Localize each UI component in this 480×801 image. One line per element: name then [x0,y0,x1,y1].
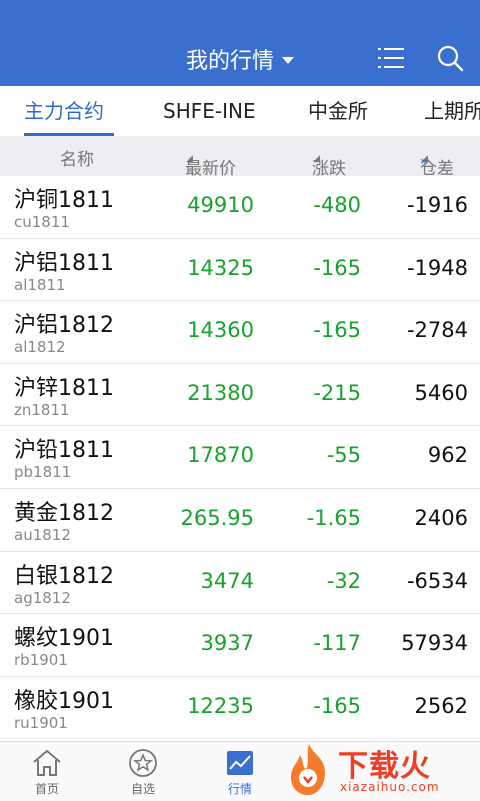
price-change: -480 [313,193,361,217]
contract-code: zn1811 [14,400,70,419]
position-change: 962 [427,443,468,468]
chevron-down-icon [282,56,294,64]
position-change: -6534 [406,568,468,593]
page-title: 我的行情 [185,49,274,74]
quote-row[interactable]: 沪铝1811 al1811 14325 -165 -1948 [0,239,480,302]
app-header: 我的行情 [0,0,480,86]
contract-name: 沪锌1811 [14,375,114,401]
position-change: 2406 [414,505,468,530]
price-change: -165 [313,693,361,718]
nav-quotes-label: 行情 [227,782,252,796]
tab-shfe[interactable]: 上期所 [424,86,480,136]
position-change: 57934 [401,631,468,656]
contract-name: 沪铝1811 [14,250,114,276]
quote-row[interactable]: 白银1812 ag1812 3474 -32 -6534 [0,552,480,615]
title-dropdown[interactable]: 我的行情 [0,43,480,75]
scroll-right-icon[interactable]: » [420,154,427,168]
contract-name: 沪铅1811 [14,438,114,464]
latest-price: 49910 [187,193,254,217]
contract-code: cu1811 [14,213,70,231]
nav-quotes[interactable]: 行情 [200,742,280,801]
contract-code: rb1901 [14,651,68,670]
quote-row[interactable]: 沪铜1811 cu1811 49910 -480 -1916 [0,176,480,239]
latest-price: 265.95 [180,505,254,530]
contract-code: ru1901 [14,713,68,732]
contract-name: 沪铝1812 [14,313,114,339]
tab-cffex[interactable]: 中金所 [308,86,368,136]
nav-watchlist-label: 自选 [130,782,155,796]
position-change: -2784 [406,318,468,343]
price-change: -1.65 [306,505,361,530]
star-icon [129,749,157,777]
nav-home-label: 首页 [34,782,59,796]
nav-watchlist[interactable]: 自选 [103,742,183,801]
quote-row[interactable]: 橡胶1901 ru1901 12235 -165 2562 [0,677,480,740]
chart-icon [227,751,253,775]
price-change: -215 [313,380,361,405]
quote-row[interactable]: 沪铝1812 al1812 14360 -165 -2784 [0,301,480,364]
position-change: 2562 [414,693,468,718]
home-icon [33,749,61,776]
latest-price: 3937 [200,631,254,656]
position-change: -1948 [406,255,468,280]
quote-row[interactable]: 黄金1812 au1812 265.95 -1.65 2406 [0,489,480,552]
price-change: -165 [313,255,361,280]
position-change: -1916 [406,193,468,217]
watermark-logo: 下载火 xiazaihuo.com [280,741,480,800]
contract-name: 螺纹1901 [14,626,114,652]
quote-row[interactable]: 沪锌1811 zn1811 21380 -215 5460 [0,364,480,427]
price-change: -32 [326,568,361,593]
contract-code: au1812 [14,525,71,544]
column-header-row: 名称 最新价 ◢ 涨跌 ◢ 仓差 ◢» [0,136,480,179]
quote-row[interactable]: 螺纹1901 rb1901 3937 -117 57934 [0,614,480,677]
search-icon[interactable] [436,44,464,72]
contract-name: 橡胶1901 [14,688,114,714]
watermark-domain: xiazaihuo.com [340,780,440,794]
tab-main-contracts[interactable]: 主力合约 [24,86,104,136]
contract-name: 沪铜1811 [14,188,114,213]
sort-triangle-icon: ◢ [313,154,320,164]
flame-logo-icon [290,744,325,795]
contract-code: al1812 [14,338,66,357]
contract-code: ag1812 [14,588,71,607]
latest-price: 3474 [200,568,254,593]
contract-name: 白银1812 [14,563,114,589]
contract-name: 黄金1812 [14,500,114,526]
latest-price: 12235 [187,693,254,718]
list-menu-icon[interactable] [378,47,404,69]
latest-price: 14360 [187,318,254,343]
contract-code: al1811 [14,275,66,294]
latest-price: 14325 [187,255,254,280]
price-change: -117 [313,631,361,656]
quote-row[interactable]: 沪铅1811 pb1811 17870 -55 962 [0,426,480,489]
quote-list: 沪铜1811 cu1811 49910 -480 -1916 沪铝1811 al… [0,176,480,740]
price-change: -55 [326,443,361,468]
watermark-text: 下载火 [338,749,431,784]
latest-price: 17870 [187,443,254,468]
sort-triangle-icon: ◢ [186,154,193,164]
latest-price: 21380 [187,380,254,405]
tab-shfe-ine[interactable]: SHFE-INE [163,86,256,136]
price-change: -165 [313,318,361,343]
nav-home[interactable]: 首页 [7,742,87,801]
column-name: 名称 [60,150,94,170]
contract-code: pb1811 [14,463,72,482]
position-change: 5460 [414,380,468,405]
exchange-tabs: 主力合约 SHFE-INE 中金所 上期所 [0,86,480,136]
